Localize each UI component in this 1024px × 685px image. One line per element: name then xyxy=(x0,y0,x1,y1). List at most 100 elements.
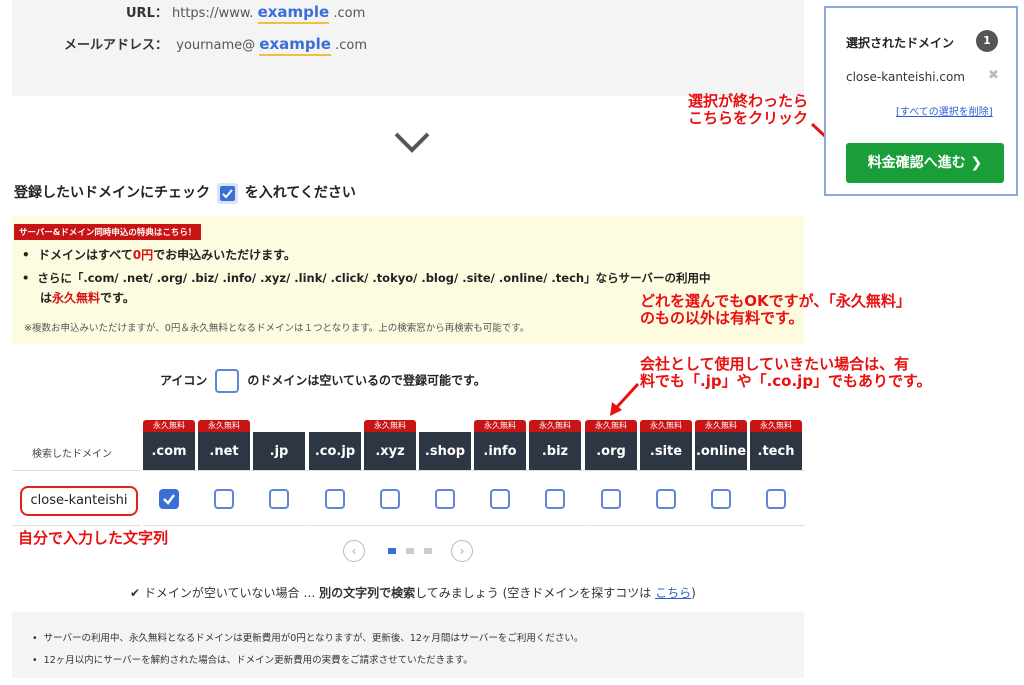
free-badge: 永久無料 xyxy=(143,420,195,432)
notice-b1-pre: ドメインはすべて xyxy=(38,248,133,262)
tip-mid: してみましょう (空きドメインを探すコツは xyxy=(415,586,656,600)
instruction-heading: 登録したいドメインにチェック を入れてください xyxy=(14,182,356,204)
benefit-tag[interactable]: サーバー&ドメイン同時申込の特典はこちら！ xyxy=(14,224,202,240)
pager-dot-1[interactable] xyxy=(388,548,396,554)
tip-strong: 別の文字列で検索 xyxy=(319,586,416,600)
url-example-word: example xyxy=(257,3,330,24)
annotation-free-line1: どれを選んでもOKですが、「永久無料」 xyxy=(640,292,911,310)
checked-checkbox-icon xyxy=(216,182,238,204)
legend-after: のドメインは空いているので登録可能です。 xyxy=(247,373,486,388)
domain-checkbox[interactable] xyxy=(490,489,510,509)
footer-note-2: • 12ヶ月以内にサーバーを解約された場合は、ドメイン更新費用の実費をご請求させ… xyxy=(32,655,473,666)
tld-header: .shop xyxy=(419,432,471,472)
notice-b2-pre: は xyxy=(40,291,53,305)
tld-header: .biz xyxy=(529,432,581,472)
proceed-button[interactable]: 料金確認へ進む ❯ xyxy=(846,143,1004,183)
legend-before: アイコン xyxy=(160,373,208,388)
mail-example-word: example xyxy=(259,35,331,56)
domain-checkbox[interactable] xyxy=(656,489,676,509)
annotation-company-note: 会社として使用していきたい場合は、有 料でも「.jp」や「.co.jp」でもあり… xyxy=(640,356,932,390)
pager-next-button[interactable]: › xyxy=(451,540,473,562)
notice-bullet-2-cont: は永久無料です。 xyxy=(40,289,135,306)
domain-checkbox[interactable] xyxy=(766,489,786,509)
notice-bullet-1: • ドメインはすべて0円でお申込みいただけます。 xyxy=(22,248,296,262)
free-badge: 永久無料 xyxy=(474,420,526,432)
icon-legend: アイコン のドメインは空いているので登録可能です。 xyxy=(160,369,486,393)
mail-label: メールアドレス： xyxy=(64,38,169,53)
free-badge: 永久無料 xyxy=(364,420,416,432)
tld-header: .co.jp xyxy=(309,432,361,472)
annotation-click-line1: 選択が終わったら xyxy=(688,92,809,110)
footer-note-2-text: 12ヶ月以内にサーバーを解約された場合は、ドメイン更新費用の実費をご請求させてい… xyxy=(43,655,473,666)
annotation-free-note: どれを選んでもOKですが、「永久無料」 のもの以外は有料です。 xyxy=(640,293,911,327)
heading-before: 登録したいドメインにチェック xyxy=(14,185,210,201)
notice-note: ※複数お申込みいただけますが、0円＆永久無料となるドメインは１つとなります。上の… xyxy=(24,323,530,334)
tld-header: .xyz xyxy=(364,432,416,472)
mail-prefix: yourname@ xyxy=(176,38,256,53)
selected-domain: close-kanteishi.com xyxy=(846,70,965,84)
url-example: URL： https://www. example .com xyxy=(126,2,366,24)
url-label: URL： xyxy=(126,6,168,21)
tld-header: .site xyxy=(640,432,692,472)
annotation-company-line2: 料でも「.jp」や「.co.jp」でもありです。 xyxy=(640,372,932,390)
free-badge: 永久無料 xyxy=(750,420,802,432)
notice-b1-red: 0円 xyxy=(132,248,154,262)
notice-b2-post: です。 xyxy=(100,291,135,305)
url-suffix: .com xyxy=(333,6,366,21)
free-badge: 永久無料 xyxy=(198,420,250,432)
tip-post: ) xyxy=(691,586,696,600)
domain-checkbox[interactable] xyxy=(325,489,345,509)
domain-checkbox[interactable] xyxy=(545,489,565,509)
footer-note-1: • サーバーの利用中、永久無料となるドメインは更新費用が0円となりますが、更新後… xyxy=(32,633,584,644)
selected-domains-panel: 選択されたドメイン 1 close-kanteishi.com ✖ [すべての選… xyxy=(824,6,1018,196)
domain-checkbox[interactable] xyxy=(711,489,731,509)
arrow-to-org-icon xyxy=(610,382,640,416)
annotation-free-line2: のもの以外は有料です。 xyxy=(640,309,804,327)
free-badge: 永久無料 xyxy=(640,420,692,432)
selected-count-badge: 1 xyxy=(976,30,998,52)
tld-header: .com xyxy=(143,432,195,472)
annotation-click-line2: こちらをクリック xyxy=(688,109,809,127)
search-tip: ✔ ドメインが空いていない場合 … 別の文字列で検索してみましょう (空きドメイ… xyxy=(130,584,696,601)
notice-bullet-2: • さらに「.com/ .net/ .org/ .biz/ .info/ .xy… xyxy=(22,271,711,285)
pager-prev-button[interactable]: ‹ xyxy=(343,540,365,562)
mail-suffix: .com xyxy=(335,38,367,53)
tip-pre: ✔ ドメインが空いていない場合 … xyxy=(130,586,320,600)
panel-title: 選択されたドメイン xyxy=(846,36,955,50)
free-badge: 永久無料 xyxy=(585,420,637,432)
clear-all-link[interactable]: [すべての選択を削除] xyxy=(896,103,993,118)
tld-header: .tech xyxy=(750,432,802,472)
domain-checkbox[interactable] xyxy=(214,489,234,509)
heading-after: を入れてください xyxy=(244,185,356,201)
domain-checkbox[interactable] xyxy=(435,489,455,509)
tld-header: .info xyxy=(474,432,526,472)
mail-example: メールアドレス： yourname@ example .com xyxy=(64,34,367,56)
domain-checkbox[interactable] xyxy=(380,489,400,509)
annotation-typed-word: 自分で入力した文字列 xyxy=(18,529,169,547)
searched-word: close-kanteishi xyxy=(20,486,138,516)
tld-header: .online xyxy=(695,432,747,472)
notice-b2-line1: さらに「.com/ .net/ .org/ .biz/ .info/ .xyz/… xyxy=(37,271,711,285)
free-badge: 永久無料 xyxy=(529,420,581,432)
tld-header: .org xyxy=(585,432,637,472)
domain-checkbox[interactable] xyxy=(159,489,179,509)
pager-dot-2[interactable] xyxy=(406,548,414,554)
empty-checkbox-icon xyxy=(215,369,240,393)
footer-note-1-text: サーバーの利用中、永久無料となるドメインは更新費用が0円となりますが、更新後、1… xyxy=(43,633,584,644)
clear-all-text[interactable]: [すべての選択を削除] xyxy=(896,107,993,118)
notice-b2-red: 永久無料 xyxy=(52,291,101,305)
domain-checkbox[interactable] xyxy=(269,489,289,509)
chevron-down-icon xyxy=(394,132,430,153)
free-badge: 永久無料 xyxy=(695,420,747,432)
domain-checkbox[interactable] xyxy=(601,489,621,509)
annotation-company-line1: 会社として使用していきたい場合は、有 xyxy=(640,355,910,373)
footer-notes xyxy=(12,612,804,678)
searched-domain-label: 検索したドメイン xyxy=(32,449,112,460)
tip-link[interactable]: こちら xyxy=(655,586,691,600)
notice-b1-post: でお申込みいただけます。 xyxy=(153,248,296,262)
pager-dot-3[interactable] xyxy=(424,548,432,554)
tld-header: .jp xyxy=(253,432,305,472)
remove-domain-icon[interactable]: ✖ xyxy=(988,68,999,83)
annotation-click-here: 選択が終わったら こちらをクリック xyxy=(688,93,808,127)
url-prefix: https://www. xyxy=(172,6,254,21)
